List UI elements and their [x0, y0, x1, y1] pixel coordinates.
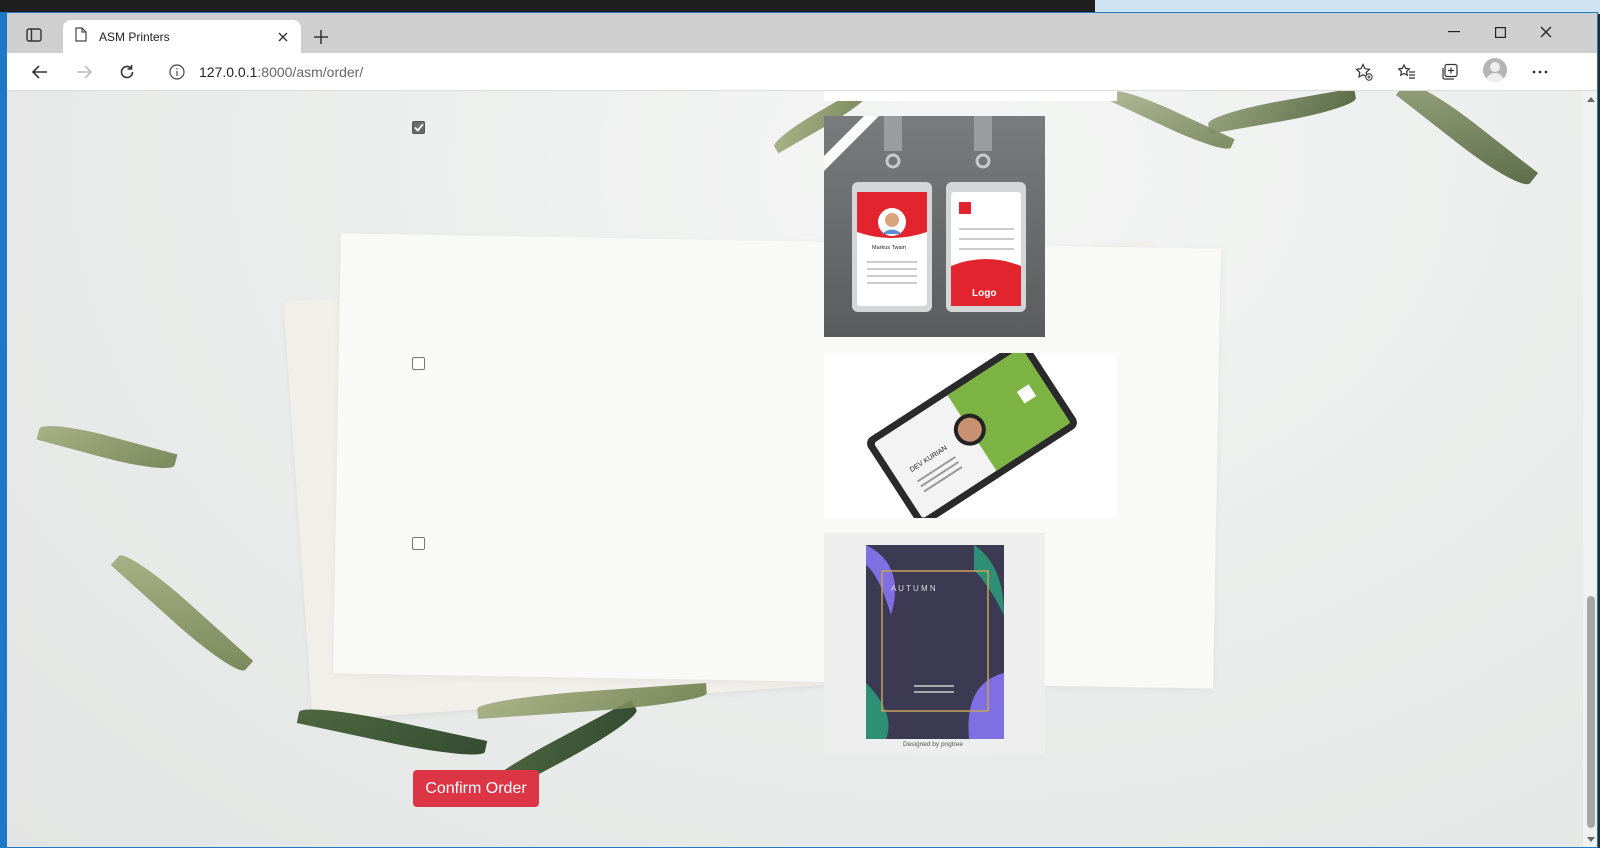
back-icon[interactable]	[25, 57, 55, 87]
page-icon	[75, 26, 87, 47]
leaf-decoration	[1395, 91, 1539, 194]
desktop-background	[0, 0, 1095, 12]
browser-window: ASM Printers 127.0.0.1:8000/asm/order/ L…	[6, 12, 1598, 848]
tab-title: ASM Printers	[99, 29, 170, 44]
item-2-checkbox[interactable]	[412, 357, 425, 370]
refresh-icon[interactable]	[112, 57, 142, 87]
card3-title-text: A U T U M N	[891, 584, 936, 593]
minimize-icon[interactable]	[1431, 17, 1477, 47]
leaf-decoration	[1206, 91, 1358, 134]
new-tab-icon[interactable]	[309, 25, 333, 49]
address-toolbar: 127.0.0.1:8000/asm/order/	[7, 53, 1597, 91]
close-tab-icon[interactable]	[275, 29, 291, 45]
scrollbar-thumb[interactable]	[1587, 596, 1595, 828]
url-path: :8000/asm/order/	[257, 64, 364, 80]
tab-actions-icon[interactable]	[21, 23, 47, 47]
card1-name-text: Markus Twain	[872, 245, 906, 251]
more-options-icon[interactable]	[1525, 57, 1555, 87]
site-info-icon[interactable]	[167, 62, 187, 82]
item-1-image: Logo Markus Twain	[824, 116, 1045, 337]
url-host: 127.0.0.1	[199, 64, 258, 80]
leaf-decoration	[36, 418, 178, 476]
tab-strip: ASM Printers	[7, 13, 1597, 53]
leaf-decoration	[110, 547, 254, 679]
scroll-up-icon[interactable]	[1583, 91, 1597, 107]
close-window-icon[interactable]	[1523, 17, 1569, 47]
favorites-icon[interactable]	[1392, 57, 1422, 87]
previous-item-image	[824, 91, 1117, 101]
address-bar[interactable]: 127.0.0.1:8000/asm/order/	[155, 57, 1385, 87]
collections-icon[interactable]	[1435, 57, 1465, 87]
page-content: Logo Markus Twain DEV KURIAN A U T U M N…	[7, 91, 1583, 847]
item-2-image: DEV KURIAN	[824, 353, 1117, 518]
url-text: 127.0.0.1:8000/asm/order/	[199, 64, 363, 80]
tab-asm-printers[interactable]: ASM Printers	[63, 20, 301, 53]
desktop-bottom	[0, 848, 1600, 860]
scroll-down-icon[interactable]	[1583, 831, 1597, 847]
item-3-image: A U T U M N Designed by pngtree	[824, 533, 1045, 754]
confirm-order-button[interactable]: Confirm Order	[413, 770, 539, 807]
card3-credit-text: Designed by pngtree	[903, 741, 963, 748]
card1-logo-text: Logo	[972, 288, 996, 299]
profile-avatar[interactable]	[1483, 58, 1507, 82]
vertical-scrollbar[interactable]	[1583, 91, 1597, 847]
forward-icon[interactable]	[69, 57, 99, 87]
item-1-checkbox[interactable]	[412, 121, 425, 134]
item-3-checkbox[interactable]	[412, 537, 425, 550]
maximize-icon[interactable]	[1477, 17, 1523, 47]
add-favorite-icon[interactable]	[1353, 61, 1375, 83]
